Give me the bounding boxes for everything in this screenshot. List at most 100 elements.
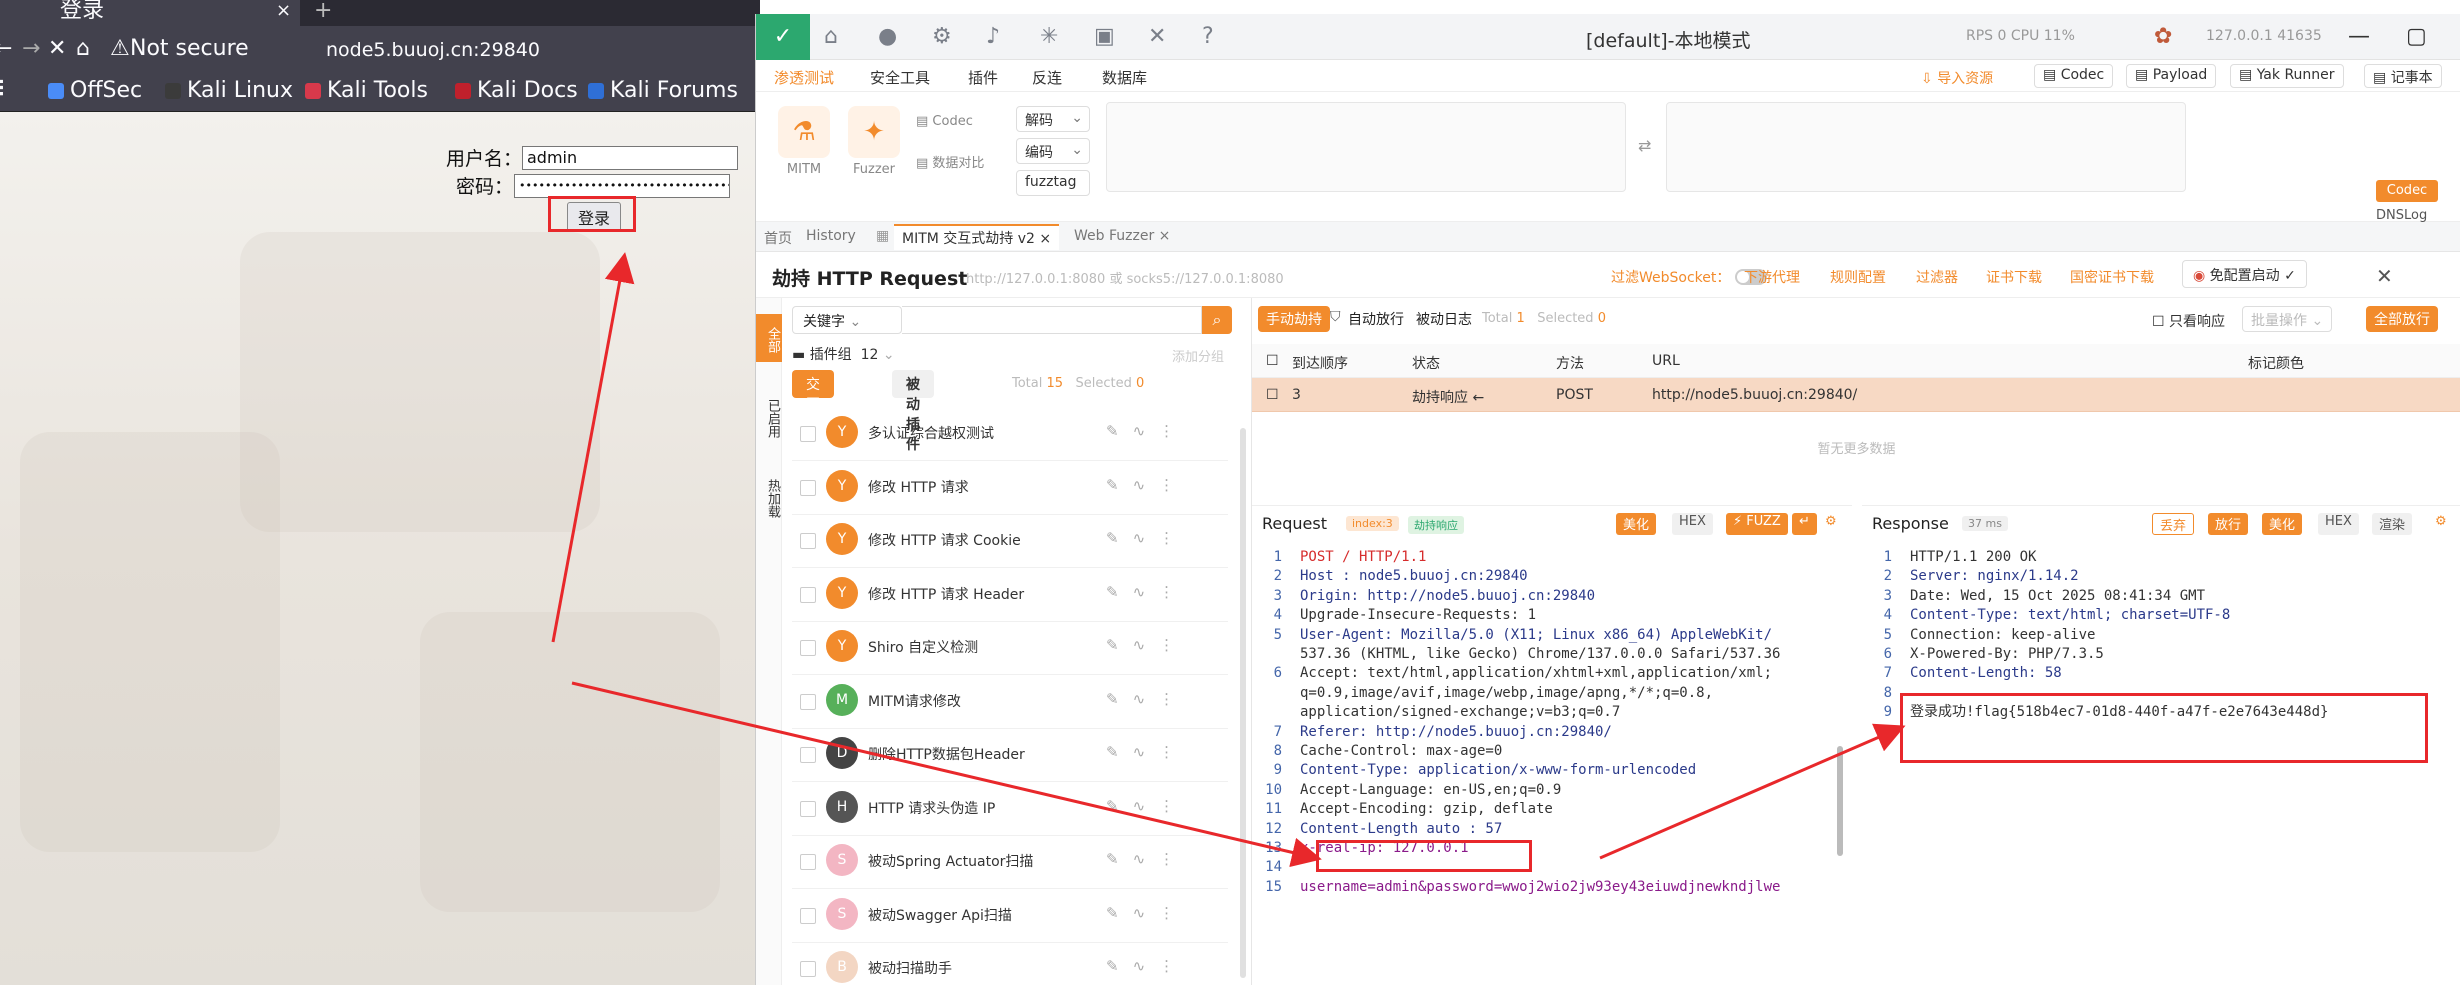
table-row[interactable]: ☐ 3 劫持响应 ← POST http://node5.buuoj.cn:29… — [1252, 378, 2460, 412]
request-scrollbar[interactable] — [1837, 746, 1843, 856]
url-bar[interactable]: node5.buuoj.cn:29840 — [326, 39, 540, 61]
codec-tool[interactable]: ▤ Codec — [916, 114, 973, 129]
plugin-list-item[interactable]: B 被动扫描助手 ✎∿⋮ — [792, 943, 1228, 985]
plugin-checkbox[interactable] — [800, 426, 816, 442]
plugin-group-selector[interactable]: ▬ 插件组 12 ⌄ — [792, 344, 895, 364]
bookmark-kali-tools[interactable]: Kali Tools — [305, 78, 428, 103]
vtab-hot-reload[interactable]: 热加载 — [756, 468, 782, 528]
swap-icon[interactable]: ⇄ — [1638, 136, 1651, 155]
plugin-list-item[interactable]: H HTTP 请求头伪造 IP ✎∿⋮ — [792, 783, 1228, 836]
plugin-list-item[interactable]: S 被动Swagger Api扫描 ✎∿⋮ — [792, 890, 1228, 943]
plugin-actions[interactable]: ✎∿⋮ — [1106, 636, 1188, 654]
codec-input-editor[interactable] — [1106, 102, 1626, 192]
plugin-actions[interactable]: ✎∿⋮ — [1106, 529, 1188, 547]
plugin-actions[interactable]: ✎∿⋮ — [1106, 904, 1188, 922]
send-icon[interactable]: ↵ — [1792, 513, 1817, 535]
link-cert-download[interactable]: 证书下载 — [1986, 267, 2042, 287]
codec-side-tag[interactable]: Codec — [2376, 180, 2438, 202]
no-config-start-button[interactable]: ◉ 免配置启动 ✓ — [2182, 260, 2307, 288]
yak-runner-button[interactable]: ▤ Yak Runner — [2230, 64, 2344, 88]
menu-reverse[interactable]: 反连 — [1032, 67, 1062, 88]
back-icon[interactable]: ← — [0, 36, 12, 61]
link-filter[interactable]: 过滤器 — [1916, 267, 1958, 287]
fuzzer-tool[interactable]: ✦ Fuzzer — [848, 106, 900, 177]
terminal-icon[interactable]: ▣ — [1094, 24, 1115, 49]
codec-button[interactable]: ▤ Codec — [2034, 64, 2114, 88]
fuzztag-button[interactable]: fuzztag — [1016, 170, 1090, 196]
plugin-actions[interactable]: ✎∿⋮ — [1106, 422, 1188, 440]
plugin-actions[interactable]: ✎∿⋮ — [1106, 743, 1188, 761]
release-all-button[interactable]: 全部放行 — [2366, 306, 2438, 332]
notepad-button[interactable]: ▤ 记事本 — [2364, 64, 2442, 88]
plugin-checkbox[interactable] — [800, 693, 816, 710]
beautify-button[interactable]: 美化 — [2262, 513, 2303, 535]
close-icon[interactable]: × — [1159, 228, 1171, 244]
bookmark-offsec[interactable]: OffSec — [48, 78, 142, 103]
render-button[interactable]: 渲染 — [2372, 513, 2413, 535]
tab-grid-icon[interactable]: ▦ — [876, 228, 889, 244]
search-icon[interactable]: ⌕ — [1202, 306, 1232, 334]
bookmark-kali-linux[interactable]: Kali Linux — [165, 78, 293, 103]
plugin-list-item[interactable]: M MITM请求修改 ✎∿⋮ — [792, 676, 1228, 729]
manual-hijack-button[interactable]: 手动劫持 — [1258, 306, 1330, 332]
menu-pentest[interactable]: 渗透测试 — [774, 67, 834, 88]
plugin-actions[interactable]: ✎∿⋮ — [1106, 476, 1188, 494]
plugin-checkbox[interactable] — [800, 640, 816, 656]
home-icon[interactable]: ⌂ — [76, 36, 90, 61]
plugin-list-item[interactable]: S 被动Spring Actuator扫描 ✎∿⋮ — [792, 836, 1228, 889]
menu-plugins[interactable]: 插件 — [968, 67, 998, 88]
plugin-checkbox[interactable] — [800, 479, 816, 496]
menu-database[interactable]: 数据库 — [1102, 67, 1147, 88]
link-gm-cert-download[interactable]: 国密证书下载 — [2070, 267, 2154, 287]
engine-icon[interactable]: ✿ — [2154, 24, 2172, 49]
apps-grid-icon[interactable]: ⠿ — [0, 78, 6, 103]
plugin-checkbox[interactable] — [800, 961, 816, 977]
plugin-actions[interactable]: ✎∿⋮ — [1106, 690, 1188, 708]
tools-icon[interactable]: ✕ — [1148, 24, 1166, 49]
bookmark-kali-docs[interactable]: Kali Docs — [455, 78, 578, 103]
plugin-list-item[interactable]: Y 多认证综合越权测试 ✎∿⋮ — [792, 408, 1228, 461]
plugin-checkbox[interactable] — [800, 586, 816, 603]
only-response-checkbox[interactable]: ☐ 只看响应 — [2152, 311, 2225, 331]
vtab-all[interactable]: 全部 — [756, 314, 782, 362]
user-icon[interactable]: ● — [878, 24, 897, 49]
tab-interactive-plugins[interactable]: 交互插件 — [792, 370, 834, 453]
close-icon[interactable]: ✕ — [2376, 264, 2393, 288]
bug-icon[interactable]: ✳ — [1040, 24, 1058, 49]
release-button[interactable]: 放行 — [2208, 513, 2249, 535]
gear-icon[interactable]: ⚙ — [1818, 513, 1844, 535]
header-checkbox[interactable]: ☐ — [1266, 353, 1279, 369]
tab-home[interactable]: 首页 — [764, 228, 792, 248]
plugin-list-item[interactable]: Y 修改 HTTP 请求 Cookie ✎∿⋮ — [792, 515, 1228, 568]
tab-mitm[interactable]: MITM 交互式劫持 v2 × — [894, 224, 1060, 250]
home-icon[interactable]: ⌂ — [824, 24, 838, 49]
encode-dropdown[interactable]: 编码 ⌄ — [1016, 138, 1090, 164]
keyword-select[interactable]: 关键字 ⌄ — [792, 306, 902, 334]
bell-icon[interactable]: ♪ — [986, 24, 1000, 49]
payload-button[interactable]: ▤ Payload — [2126, 64, 2217, 88]
tab-passive-plugins[interactable]: 被动插件 — [892, 370, 934, 453]
auto-release-button[interactable]: 自动放行 — [1340, 306, 1412, 332]
hex-button[interactable]: HEX — [1672, 513, 1713, 535]
plugin-actions[interactable]: ✎∿⋮ — [1106, 957, 1188, 975]
beautify-button[interactable]: 美化 — [1616, 513, 1657, 535]
hex-button[interactable]: HEX — [2318, 513, 2359, 535]
plugin-checkbox[interactable] — [800, 533, 816, 549]
security-status[interactable]: Not secure — [130, 36, 249, 61]
mitm-tool[interactable]: ⚗ MITM — [778, 106, 830, 177]
compare-tool[interactable]: ▤ 数据对比 — [916, 152, 984, 171]
close-tab-icon[interactable]: × — [276, 0, 291, 22]
row-checkbox[interactable]: ☐ — [1266, 387, 1279, 403]
passive-log-button[interactable]: 被动日志 — [1408, 306, 1480, 332]
drop-button[interactable]: 丢弃 — [2152, 513, 2195, 535]
gear-icon[interactable]: ⚙ — [932, 24, 952, 49]
close-icon[interactable]: × — [1039, 231, 1051, 247]
help-icon[interactable]: ? — [1202, 24, 1214, 49]
plugin-actions[interactable]: ✎∿⋮ — [1106, 850, 1188, 868]
plugin-list-item[interactable]: Y Shiro 自定义检测 ✎∿⋮ — [792, 622, 1228, 675]
minimize-icon[interactable]: — — [2348, 24, 2370, 49]
forward-icon[interactable]: → — [22, 36, 40, 61]
menu-security-tools[interactable]: 安全工具 — [870, 67, 930, 88]
fuzz-button[interactable]: ⚡ FUZZ — [1726, 513, 1788, 535]
bookmark-kali-forums[interactable]: Kali Forums — [588, 78, 738, 103]
